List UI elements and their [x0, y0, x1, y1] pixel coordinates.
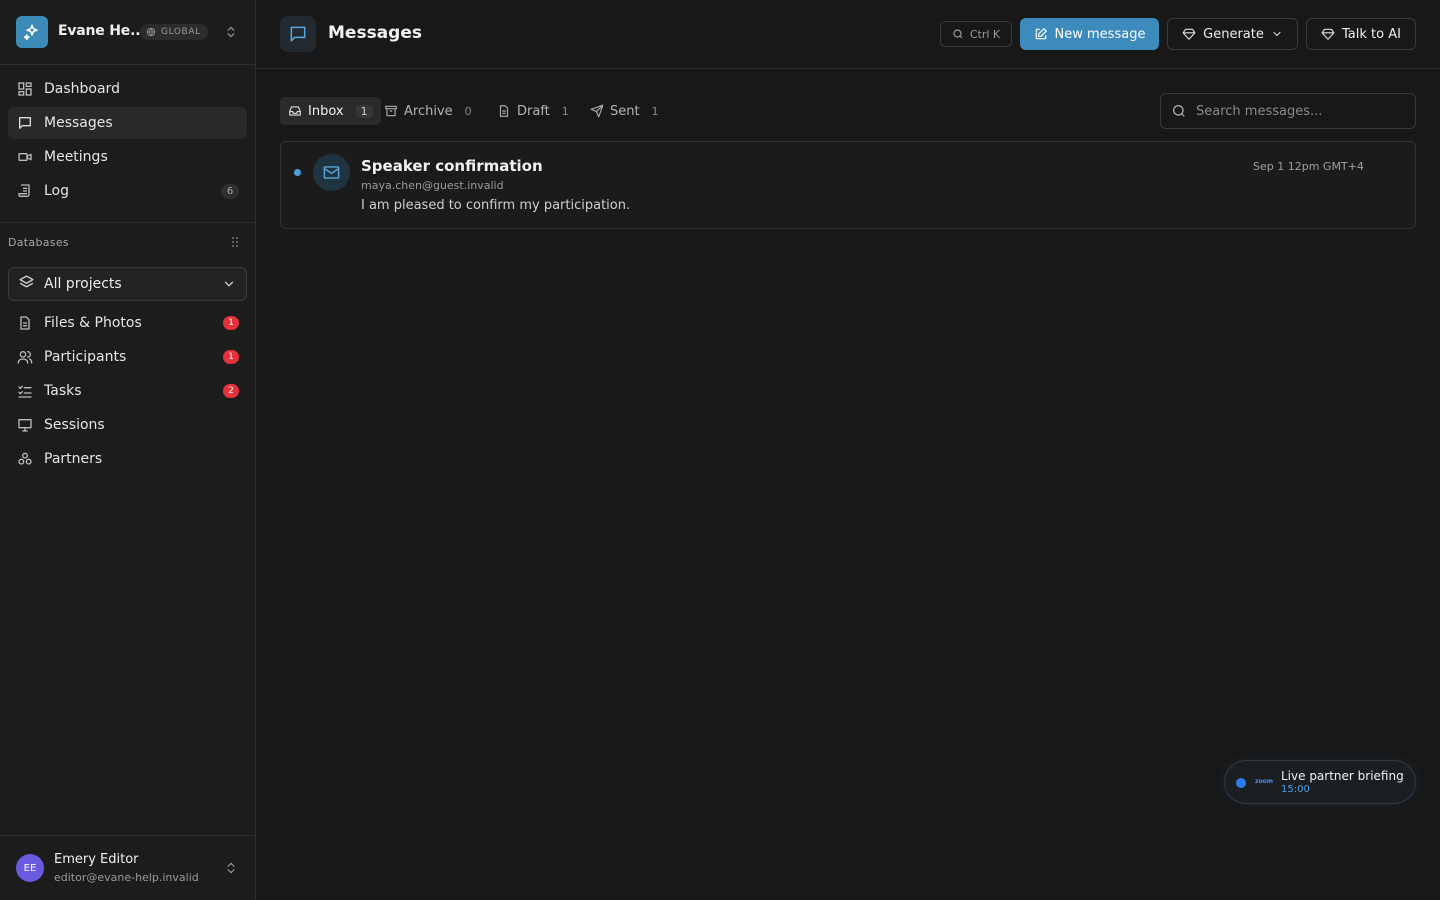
avatar: EE — [16, 854, 44, 882]
nav-item-label: Messages — [44, 115, 113, 131]
nav-item-label: Meetings — [44, 149, 108, 165]
shortcut-label: Ctrl K — [969, 27, 1001, 41]
tab-inbox[interactable]: Inbox 1 — [280, 97, 381, 125]
globe-icon — [146, 27, 156, 37]
db-item-files-photos[interactable]: Files & Photos 1 — [8, 307, 247, 339]
tab-count: 1 — [561, 104, 569, 118]
db-item-tasks[interactable]: Tasks 2 — [8, 375, 247, 407]
db-item-sessions[interactable]: Sessions — [8, 409, 247, 441]
search-icon — [953, 29, 963, 39]
chevron-down-icon — [1273, 31, 1281, 37]
notification-badge: 1 — [223, 316, 239, 330]
command-search-button[interactable]: Ctrl K — [940, 21, 1012, 47]
workspace-name: Evane He... — [58, 23, 146, 39]
workspace-scope-badge: GLOBAL — [140, 24, 208, 40]
generate-button[interactable]: Generate — [1167, 18, 1298, 50]
nav-item-log[interactable]: Log 6 — [8, 175, 247, 207]
chevrons-up-down-icon[interactable] — [224, 860, 238, 880]
project-select-value: All projects — [44, 276, 122, 292]
message-icon — [280, 16, 316, 52]
workspace-switcher[interactable]: Evane He... GLOBAL — [0, 0, 255, 65]
unread-indicator — [294, 169, 301, 176]
file-icon — [16, 314, 34, 332]
video-icon — [16, 148, 34, 166]
search-icon — [1173, 105, 1185, 117]
db-item-partners[interactable]: Partners — [8, 443, 247, 475]
inbox-icon — [289, 106, 301, 116]
db-item-label: Participants — [44, 349, 127, 365]
message-sender: maya.chen@guest.invalid — [361, 179, 504, 192]
message-icon — [16, 114, 34, 132]
grip-icon[interactable] — [230, 236, 240, 252]
message-subject: Speaker confirmation — [361, 157, 543, 175]
chevrons-up-down-icon[interactable] — [224, 24, 238, 44]
sidebar-divider — [0, 222, 255, 223]
db-item-label: Partners — [44, 451, 103, 467]
tab-label: Draft — [517, 103, 550, 119]
notification-badge: 2 — [223, 384, 239, 398]
diamond-icon — [1182, 28, 1196, 40]
message-row[interactable]: Speaker confirmation maya.chen@guest.inv… — [280, 141, 1416, 229]
nav-item-label: Log — [44, 183, 70, 199]
edit-icon — [1035, 28, 1047, 40]
log-count-badge: 6 — [221, 183, 239, 199]
tab-sent[interactable]: Sent 1 — [582, 97, 667, 125]
mail-icon — [313, 154, 350, 191]
search-input[interactable] — [1196, 103, 1396, 119]
live-indicator — [1236, 778, 1246, 788]
nav-item-dashboard[interactable]: Dashboard — [8, 73, 247, 105]
nav-item-messages[interactable]: Messages — [8, 107, 247, 139]
databases-heading: Databases — [8, 236, 69, 249]
live-meeting-pill[interactable]: zoom Live partner briefing 15:00 — [1224, 760, 1416, 804]
workspace-logo-icon — [16, 16, 48, 48]
new-message-button[interactable]: New message — [1020, 18, 1159, 50]
tasks-icon — [16, 382, 34, 400]
nav-item-meetings[interactable]: Meetings — [8, 141, 247, 173]
generate-label: Generate — [1203, 26, 1264, 42]
file-icon — [499, 105, 509, 117]
tab-count: 1 — [651, 104, 659, 118]
message-preview: I am pleased to confirm my participation… — [361, 198, 631, 213]
tab-label: Sent — [610, 103, 640, 119]
page-title: Messages — [328, 23, 422, 43]
dashboard-icon — [16, 80, 34, 98]
archive-icon — [385, 105, 397, 117]
talk-to-ai-label: Talk to AI — [1342, 26, 1401, 42]
partners-icon — [16, 450, 34, 468]
nav-item-label: Dashboard — [44, 81, 120, 97]
live-meeting-time: 15:00 — [1281, 784, 1310, 795]
project-select[interactable]: All projects — [8, 267, 247, 301]
talk-to-ai-button[interactable]: Talk to AI — [1306, 18, 1416, 50]
sidebar: Evane He... GLOBAL Dashboard Messages Me… — [0, 0, 256, 900]
presentation-icon — [16, 416, 34, 434]
layers-icon — [18, 274, 35, 295]
send-icon — [590, 104, 604, 118]
new-message-label: New message — [1054, 26, 1146, 42]
notification-badge: 1 — [223, 350, 239, 364]
tab-draft[interactable]: Draft 1 — [489, 97, 577, 125]
zoom-logo: zoom — [1255, 778, 1273, 785]
tab-archive[interactable]: Archive 0 — [376, 97, 480, 125]
message-date: Sep 1 12pm GMT+4 — [1253, 160, 1364, 173]
log-icon — [16, 182, 34, 200]
live-meeting-title: Live partner briefing — [1281, 769, 1404, 783]
tab-label: Archive — [404, 103, 453, 119]
message-search[interactable] — [1160, 93, 1416, 129]
db-item-participants[interactable]: Participants 1 — [8, 341, 247, 373]
db-item-label: Files & Photos — [44, 315, 142, 331]
workspace-badge-label: GLOBAL — [161, 27, 201, 37]
tab-count: 1 — [355, 104, 373, 118]
user-name: Emery Editor — [54, 852, 139, 867]
page-header: Messages Ctrl K New message Generate Tal… — [256, 0, 1440, 69]
user-email: editor@evane-help.invalid — [54, 871, 199, 884]
tab-count: 0 — [464, 104, 472, 118]
user-menu[interactable]: EE Emery Editor editor@evane-help.invali… — [0, 835, 255, 900]
db-item-label: Tasks — [44, 383, 82, 399]
tab-label: Inbox — [308, 103, 344, 119]
chevron-down-icon — [222, 277, 236, 295]
users-icon — [16, 348, 34, 366]
diamond-icon — [1321, 28, 1335, 40]
db-item-label: Sessions — [44, 417, 105, 433]
